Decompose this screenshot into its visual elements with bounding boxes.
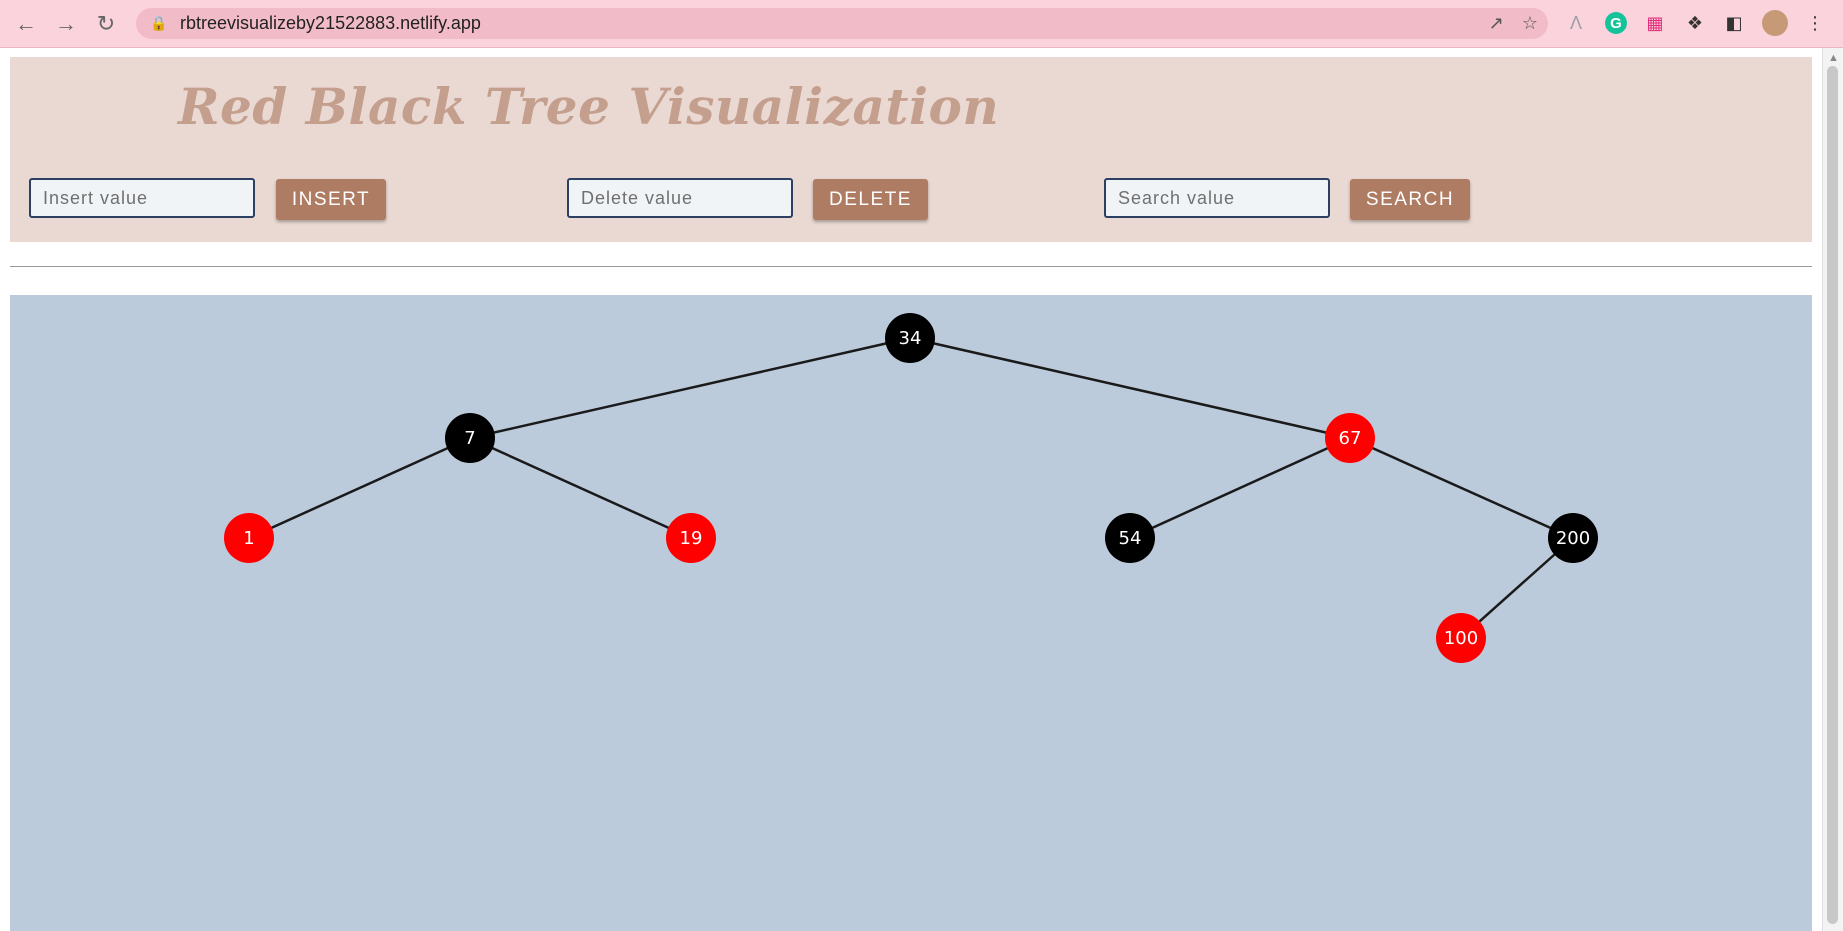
tree-node-1: 1	[224, 513, 274, 563]
delete-button[interactable]: DELETE	[813, 179, 928, 220]
tree-node-label-67: 67	[1339, 428, 1362, 449]
tree-edge-67-54	[1129, 436, 1351, 540]
tree-node-label-7: 7	[464, 428, 475, 449]
insert-input[interactable]	[29, 178, 255, 218]
delete-input[interactable]	[567, 178, 793, 218]
tree-node-34: 34	[885, 313, 935, 363]
browser-toolbar: ← → ↻ 🔒 rbtreevisualizeby21522883.netlif…	[0, 0, 1843, 48]
tree-node-54: 54	[1105, 513, 1155, 563]
sidepanel-icon[interactable]: ◧	[1721, 10, 1747, 36]
page-title: Red Black Tree Visualization	[178, 77, 1000, 136]
extension-icon[interactable]: Λ	[1563, 10, 1589, 36]
figma-icon[interactable]: ▦	[1642, 10, 1668, 36]
tree-edge-7-1	[248, 436, 471, 540]
star-icon[interactable]: ☆	[1522, 13, 1538, 34]
share-icon[interactable]: ↗	[1489, 13, 1504, 34]
tree-node-label-200: 200	[1556, 528, 1590, 549]
address-bar[interactable]: 🔒 rbtreevisualizeby21522883.netlify.app …	[136, 8, 1548, 39]
grammarly-icon[interactable]: G	[1605, 12, 1627, 34]
tree-svg: 34 7 67 1 19 54 200 100	[224, 313, 1598, 663]
tree-node-19: 19	[666, 513, 716, 563]
divider	[10, 266, 1812, 267]
control-panel: Red Black Tree Visualization INSERT DELE…	[10, 57, 1812, 242]
tree-node-200: 200	[1548, 513, 1598, 563]
scroll-up-icon[interactable]: ▲	[1828, 52, 1839, 64]
scrollbar[interactable]: ▲	[1822, 48, 1843, 931]
back-icon[interactable]: ←	[12, 10, 40, 38]
search-button[interactable]: SEARCH	[1350, 179, 1470, 220]
menu-icon[interactable]: ⋮	[1802, 10, 1828, 36]
reload-icon[interactable]: ↻	[92, 10, 120, 38]
page: Red Black Tree Visualization INSERT DELE…	[0, 48, 1823, 931]
tree-node-label-19: 19	[680, 528, 703, 549]
search-input[interactable]	[1104, 178, 1330, 218]
lock-icon[interactable]: 🔒	[150, 15, 170, 32]
avatar[interactable]	[1762, 10, 1788, 36]
tree-edge-7-19	[469, 436, 692, 540]
forward-icon[interactable]: →	[52, 10, 80, 38]
tree-node-100: 100	[1436, 613, 1486, 663]
tree-edge-34-7	[469, 336, 911, 440]
scrollbar-thumb[interactable]	[1827, 66, 1838, 924]
tree-edge-67-200	[1349, 436, 1574, 540]
tree-node-7: 7	[445, 413, 495, 463]
tree-node-label-100: 100	[1444, 628, 1478, 649]
tree-canvas: 34 7 67 1 19 54 200 100	[10, 295, 1812, 931]
tree-node-label-34: 34	[899, 328, 922, 349]
tree-node-label-1: 1	[243, 528, 254, 549]
tree-node-label-54: 54	[1119, 528, 1142, 549]
puzzle-icon[interactable]: ❖	[1682, 10, 1708, 36]
insert-button[interactable]: INSERT	[276, 179, 386, 220]
tree-node-67: 67	[1325, 413, 1375, 463]
tree-edge-34-67	[909, 336, 1351, 440]
url-text[interactable]: rbtreevisualizeby21522883.netlify.app	[180, 13, 481, 34]
